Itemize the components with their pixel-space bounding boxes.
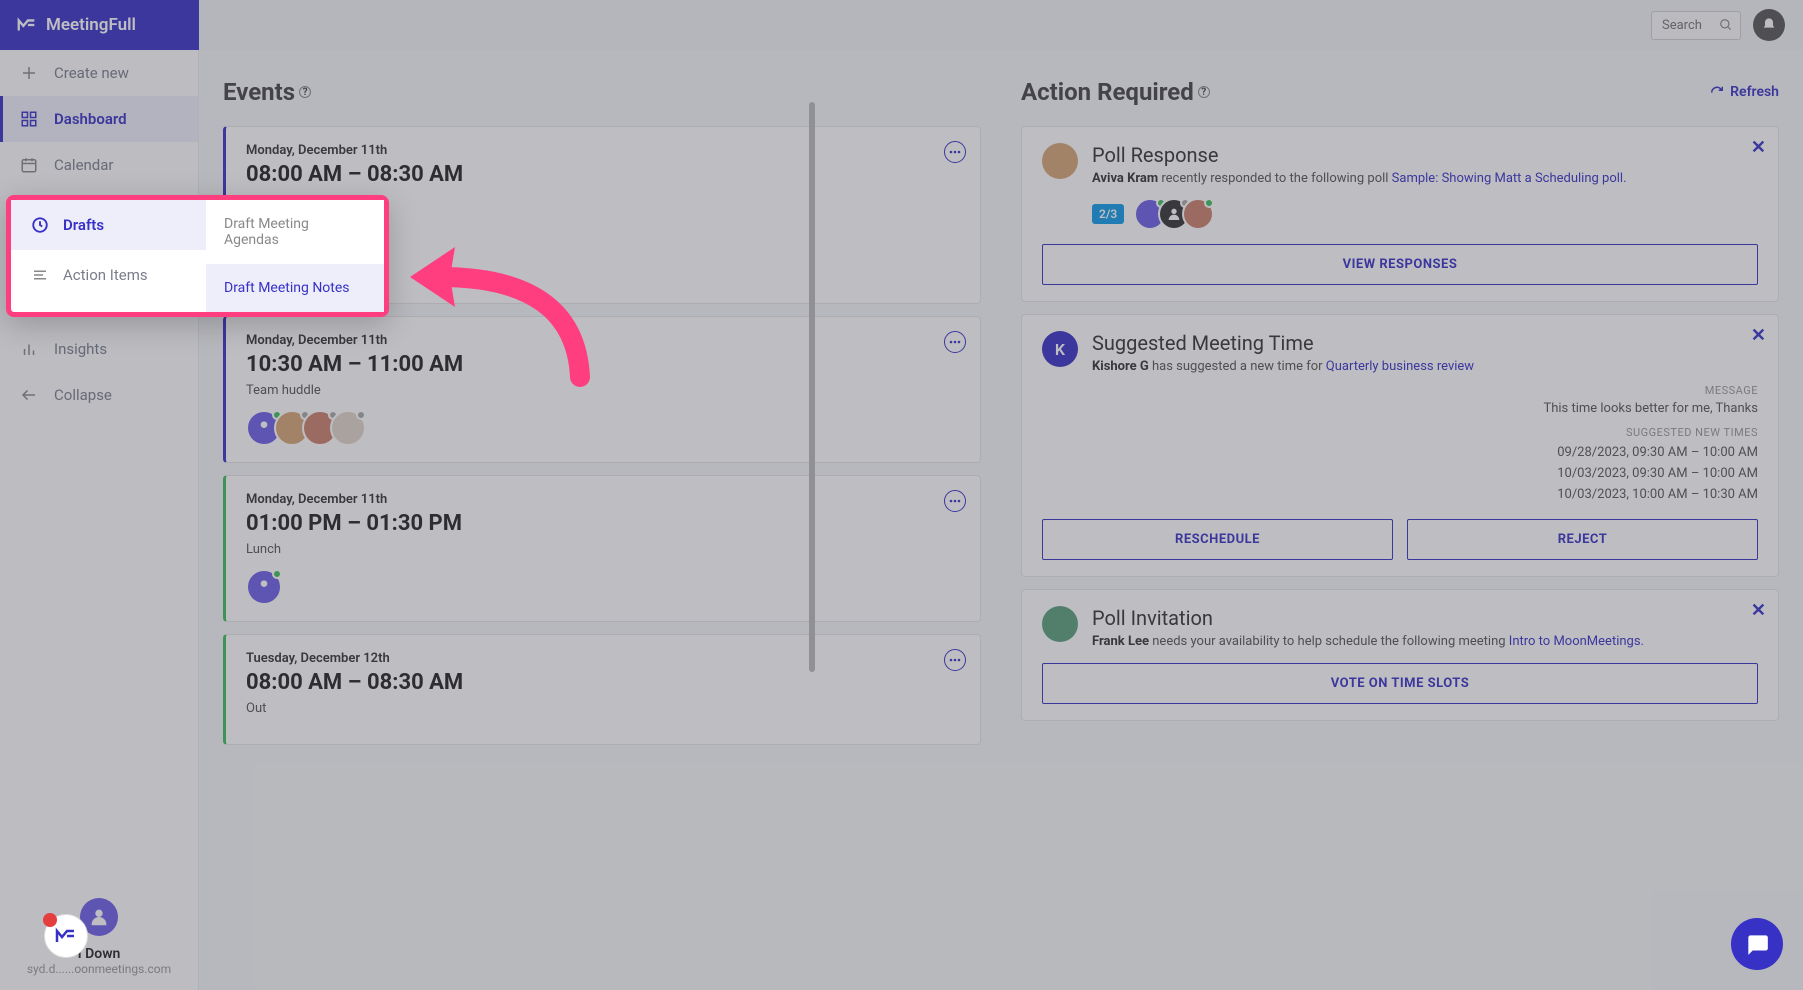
popup-item-action-items[interactable]: Action Items xyxy=(11,250,206,300)
modal-overlay[interactable] xyxy=(0,0,1803,990)
clock-icon xyxy=(31,216,49,234)
help-badge[interactable] xyxy=(44,914,88,958)
popup-sub-agendas[interactable]: Draft Meeting Agendas xyxy=(206,200,384,264)
popup-item-drafts[interactable]: Drafts xyxy=(11,200,206,250)
popup-item-label: Action Items xyxy=(63,266,148,284)
chat-button[interactable] xyxy=(1731,918,1783,970)
popup-left-panel: Drafts Action Items xyxy=(11,200,206,312)
popup-sub-notes[interactable]: Draft Meeting Notes xyxy=(206,264,384,312)
chat-icon xyxy=(1744,931,1770,957)
popup-right-panel: Draft Meeting Agendas Draft Meeting Note… xyxy=(206,200,384,312)
annotation-arrow xyxy=(400,227,600,397)
list-icon xyxy=(31,266,49,284)
logo-icon xyxy=(54,924,78,948)
popup-item-label: Drafts xyxy=(63,216,104,234)
drafts-popup: Drafts Action Items Draft Meeting Agenda… xyxy=(6,195,389,317)
